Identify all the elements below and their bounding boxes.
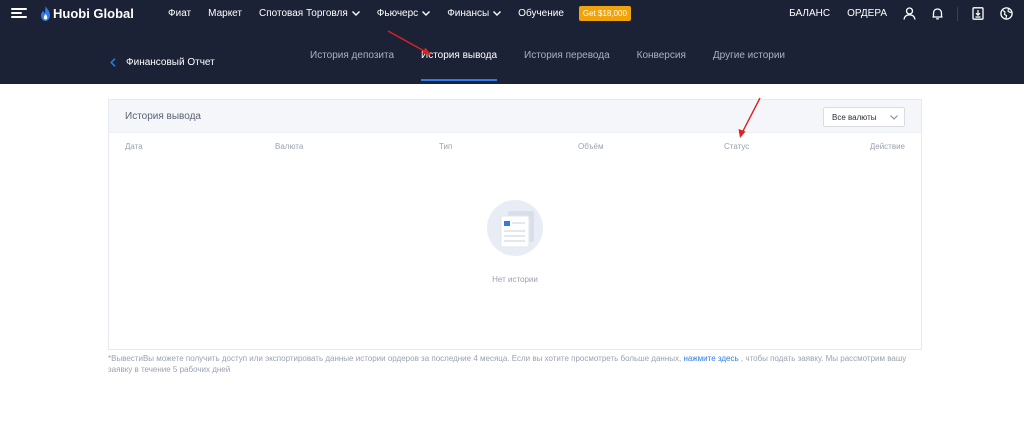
chevron-down-icon <box>890 114 898 120</box>
history-tabs: История депозита История вывода История … <box>310 27 812 84</box>
column-action: Действие <box>869 142 905 151</box>
table-header: Дата Валюта Тип Объём Статус Действие <box>109 133 921 159</box>
nav-item-market[interactable]: Маркет <box>208 8 242 19</box>
chevron-down-icon <box>422 11 431 16</box>
nav-item-label: Обучение <box>518 8 564 19</box>
empty-document-icon <box>487 200 543 256</box>
request-more-link[interactable]: нажмите здесь <box>683 354 738 363</box>
nav-item-label: Маркет <box>208 8 242 19</box>
divider <box>957 6 958 21</box>
orders-link[interactable]: ОРДЕРА <box>847 8 887 19</box>
card-header: История вывода Все валюты <box>109 100 921 133</box>
chevron-down-icon <box>493 11 502 16</box>
report-header: Финансовый Отчет История депозита Истори… <box>0 27 1024 84</box>
nav-item-finance[interactable]: Финансы <box>447 8 502 19</box>
back-button[interactable]: Финансовый Отчет <box>110 57 215 68</box>
column-status: Статус <box>724 142 750 151</box>
user-icon[interactable] <box>895 0 923 27</box>
nav-item-label: Фьючерс <box>376 8 419 19</box>
nav-item-learn[interactable]: Обучение <box>518 8 564 19</box>
currency-select[interactable]: Все валюты <box>823 107 905 127</box>
menu-icon[interactable] <box>11 8 27 19</box>
balance-link[interactable]: БАЛАНС <box>789 8 830 19</box>
currency-select-value: Все валюты <box>832 112 877 122</box>
bell-icon[interactable] <box>923 0 951 27</box>
page-title: Финансовый Отчет <box>126 57 215 68</box>
brand-name: Huobi Global <box>53 6 134 21</box>
tab-deposit-history[interactable]: История депозита <box>310 27 394 84</box>
download-icon[interactable] <box>964 0 992 27</box>
footnote-text: *ВывестиВы можете получить доступ или эк… <box>108 354 684 363</box>
column-type: Тип <box>439 142 453 151</box>
nav-item-futures[interactable]: Фьючерс <box>376 8 431 19</box>
top-navbar: Huobi Global Фиат Маркет Спотовая Торгов… <box>0 0 1024 27</box>
column-volume: Объём <box>578 142 604 151</box>
tab-other-history[interactable]: Другие истории <box>713 27 785 84</box>
history-footnote: *ВывестиВы можете получить доступ или эк… <box>108 353 922 375</box>
empty-state: Нет истории <box>109 200 921 284</box>
card-title: История вывода <box>125 110 201 122</box>
chevron-left-icon <box>110 58 116 67</box>
nav-item-spot[interactable]: Спотовая Торговля <box>259 8 360 19</box>
tab-conversion[interactable]: Конверсия <box>637 27 686 84</box>
brand-logo[interactable]: Huobi Global <box>40 5 134 22</box>
column-currency: Валюта <box>275 142 304 151</box>
nav-item-label: Финансы <box>447 8 490 19</box>
chevron-down-icon <box>351 11 360 16</box>
promo-button[interactable]: Get $18,000 <box>578 6 631 21</box>
nav-item-label: Спотовая Торговля <box>259 8 348 19</box>
column-date: Дата <box>125 142 143 151</box>
tab-transfer-history[interactable]: История перевода <box>524 27 610 84</box>
globe-icon[interactable] <box>992 0 1020 27</box>
nav-item-label: Фиат <box>168 8 192 19</box>
tab-withdrawal-history[interactable]: История вывода <box>421 27 498 84</box>
withdrawal-history-card: История вывода Все валюты Дата Валюта Ти… <box>108 99 922 350</box>
nav-item-fiat[interactable]: Фиат <box>168 8 191 19</box>
empty-state-text: Нет истории <box>492 275 538 284</box>
flame-icon <box>41 6 50 21</box>
